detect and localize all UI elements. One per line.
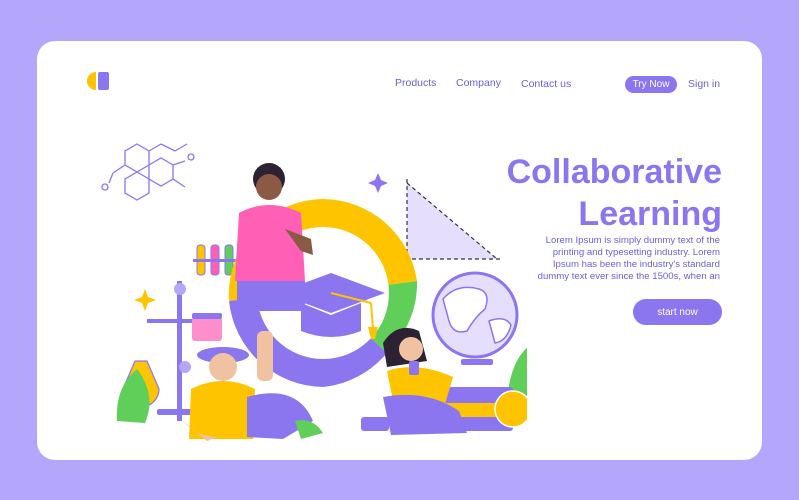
collaborative-learning-illustration: [101, 143, 527, 441]
brand-logo[interactable]: [87, 72, 111, 90]
try-now-button[interactable]: Try Now: [625, 76, 677, 93]
sign-in-link[interactable]: Sign in: [688, 78, 720, 90]
start-now-button[interactable]: start now: [633, 299, 722, 325]
landing-card: Products Company Contact us Try Now Sign…: [37, 41, 762, 460]
nav-company-link[interactable]: Company: [456, 77, 501, 89]
nav-contact-link[interactable]: Contact us: [521, 78, 571, 90]
globe-icon: [431, 271, 519, 365]
sparkle-icon: [368, 173, 388, 193]
sparkle-icon: [134, 289, 156, 311]
hero-description: Lorem Ipsum is simply dummy text of the …: [537, 235, 720, 282]
student-figure-top: [235, 163, 313, 311]
hero-title: Collaborative Learning: [507, 151, 722, 235]
triangle-ruler-icon: [405, 179, 501, 261]
hero-title-line1: Collaborative: [506, 153, 722, 191]
hero-title-line2: Learning: [578, 195, 722, 233]
molecule-icon: [101, 143, 195, 201]
nav-products-link[interactable]: Products: [395, 77, 436, 89]
